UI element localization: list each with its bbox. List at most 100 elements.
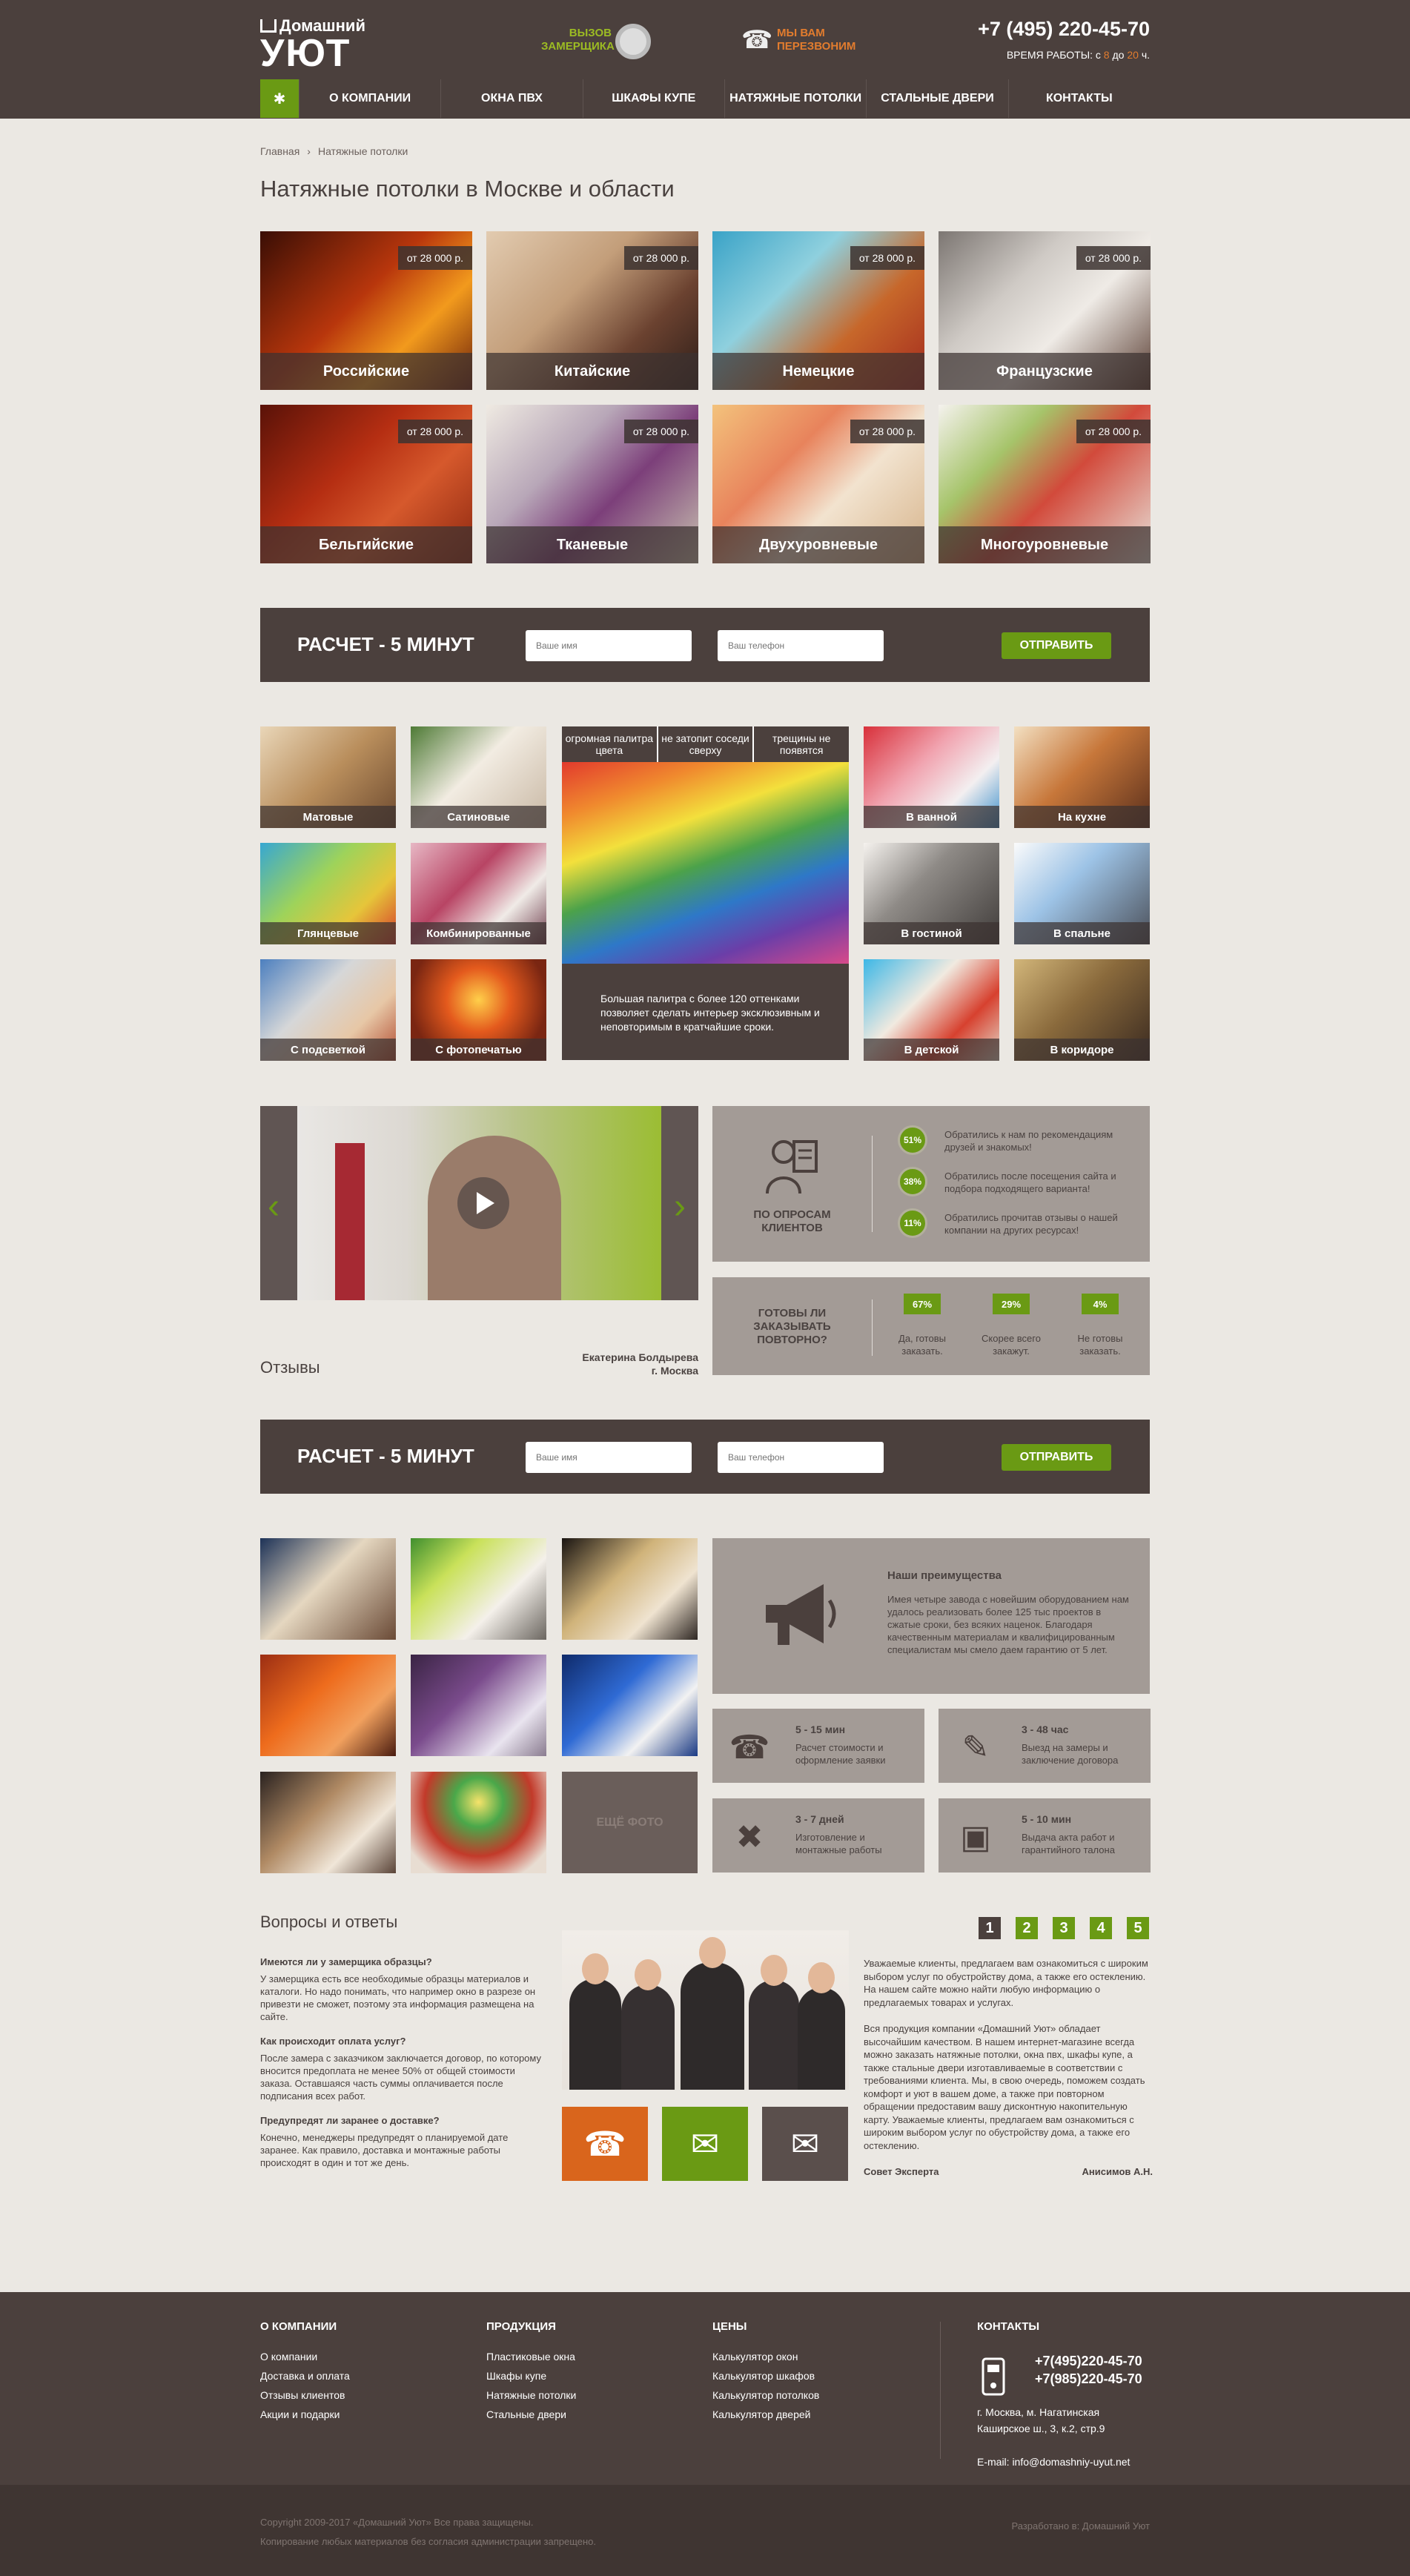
product-tile[interactable]: от 28 000 р. Двухуровневые bbox=[712, 405, 924, 563]
room-type-tile[interactable]: На кухне bbox=[1014, 726, 1150, 828]
email-envelope-icon[interactable]: ✉ bbox=[762, 2107, 848, 2181]
product-tile[interactable]: от 28 000 р. Тканевые bbox=[486, 405, 698, 563]
team-member bbox=[749, 1955, 799, 2090]
ceiling-type-label: Глянцевые bbox=[260, 922, 396, 944]
footer-link[interactable]: Калькулятор окон bbox=[712, 2351, 819, 2363]
faq-question[interactable]: Предупредят ли заранее о доставке? bbox=[260, 2114, 549, 2127]
room-type-tile[interactable]: В ванной bbox=[864, 726, 999, 828]
gallery-photo[interactable] bbox=[562, 1655, 698, 1756]
more-photos-button[interactable]: ЕЩЁ ФОТО bbox=[562, 1772, 698, 1873]
callback-form-icon[interactable]: ✉ bbox=[662, 2107, 748, 2181]
footer-link[interactable]: Калькулятор шкафов bbox=[712, 2370, 819, 2382]
footer-heading: ПРОДУКЦИЯ bbox=[486, 2320, 556, 2333]
room-type-tile[interactable]: В детской bbox=[864, 959, 999, 1061]
phone-contact-icon[interactable]: ☎ bbox=[562, 2107, 648, 2181]
footer-link[interactable]: Калькулятор потолков bbox=[712, 2389, 819, 2401]
survey-label: ПО ОПРОСАМ КЛИЕНТОВ bbox=[753, 1208, 831, 1234]
client-survey-icon bbox=[766, 1140, 818, 1194]
faq-answer: У замерщика есть все необходимые образцы… bbox=[260, 1973, 536, 2022]
product-tile[interactable]: от 28 000 р. Российские bbox=[260, 231, 472, 390]
phone-handset-icon[interactable]: ☎ bbox=[741, 25, 772, 55]
footer-email[interactable]: E-mail: info@domashniy-uyut.net bbox=[977, 2456, 1142, 2468]
nav-item-windows[interactable]: ОКНА ПВХ bbox=[440, 79, 582, 118]
page-button[interactable]: 5 bbox=[1127, 1917, 1149, 1939]
nav-item-contacts[interactable]: КОНТАКТЫ bbox=[1007, 79, 1150, 118]
nav-item-ceilings[interactable]: НАТЯЖНЫЕ ПОТОЛКИ bbox=[724, 79, 866, 118]
ceiling-type-label: Матовые bbox=[260, 806, 396, 828]
product-tile[interactable]: от 28 000 р. Китайские bbox=[486, 231, 698, 390]
gallery-photo[interactable] bbox=[411, 1655, 546, 1756]
tab-no-cracks[interactable]: трещины не появятся bbox=[754, 726, 849, 762]
play-icon[interactable] bbox=[457, 1177, 509, 1229]
review-author-name: Екатерина Болдырева bbox=[582, 1351, 698, 1363]
nav-item-doors[interactable]: СТАЛЬНЫЕ ДВЕРИ bbox=[866, 79, 1007, 118]
footer-phone[interactable]: +7(985)220-45-70 bbox=[1035, 2370, 1142, 2388]
room-type-tile[interactable]: В гостиной bbox=[864, 843, 999, 944]
product-tile[interactable]: от 28 000 р. Немецкие bbox=[712, 231, 924, 390]
repeat-order-panel: ГОТОВЫ ЛИ ЗАКАЗЫВАТЬ ПОВТОРНО? 67% Да, г… bbox=[712, 1277, 1150, 1375]
advantage-text: Выдача акта работ и гарантийного талона bbox=[1022, 1832, 1115, 1855]
page-button[interactable]: 1 bbox=[979, 1917, 1001, 1939]
ceiling-type-tile[interactable]: Комбинированные bbox=[411, 843, 546, 944]
tape-measure-icon[interactable] bbox=[615, 24, 651, 59]
product-tile[interactable]: от 28 000 р. Бельгийские bbox=[260, 405, 472, 563]
ceiling-type-label: Сатиновые bbox=[411, 806, 546, 828]
phone-input[interactable] bbox=[718, 630, 884, 661]
tab-palette[interactable]: огромная палитра цвета bbox=[562, 726, 658, 762]
page-button[interactable]: 3 bbox=[1053, 1917, 1075, 1939]
footer-link[interactable]: Отзывы клиентов bbox=[260, 2389, 350, 2401]
ceiling-type-tile[interactable]: Матовые bbox=[260, 726, 396, 828]
nav-item-wardrobes[interactable]: ШКАФЫ КУПЕ bbox=[582, 79, 724, 118]
measure-call-link[interactable]: ВЫЗОВ ЗАМЕРЩИКА bbox=[541, 27, 615, 53]
page-button[interactable]: 4 bbox=[1090, 1917, 1112, 1939]
footer-link[interactable]: Натяжные потолки bbox=[486, 2389, 576, 2401]
footer-link[interactable]: Акции и подарки bbox=[260, 2408, 350, 2420]
submit-button[interactable]: ОТПРАВИТЬ bbox=[1002, 632, 1111, 659]
footer-link[interactable]: Доставка и оплата bbox=[260, 2370, 350, 2382]
footer-link[interactable]: Калькулятор дверей bbox=[712, 2408, 819, 2420]
ceiling-type-tile[interactable]: Сатиновые bbox=[411, 726, 546, 828]
name-input[interactable] bbox=[526, 630, 692, 661]
submit-button[interactable]: ОТПРАВИТЬ bbox=[1002, 1444, 1111, 1471]
footer-phone[interactable]: +7(495)220-45-70 bbox=[1035, 2352, 1142, 2370]
main-nav: ✱ О КОМПАНИИ ОКНА ПВХ ШКАФЫ КУПЕ НАТЯЖНЫ… bbox=[260, 79, 1150, 118]
gallery-photo[interactable] bbox=[411, 1538, 546, 1640]
logo[interactable]: Домашний УЮТ bbox=[260, 16, 365, 73]
pagination: 1 2 3 4 5 bbox=[979, 1917, 1149, 1939]
room-type-tile[interactable]: В спальне bbox=[1014, 843, 1150, 944]
faq-question[interactable]: Как происходит оплата услуг? bbox=[260, 2035, 549, 2047]
ceiling-type-tile[interactable]: С подсветкой bbox=[260, 959, 396, 1061]
ceiling-type-tile[interactable]: Глянцевые bbox=[260, 843, 396, 944]
gallery-photo[interactable] bbox=[260, 1655, 396, 1756]
review-photo bbox=[297, 1106, 661, 1300]
gallery-photo[interactable] bbox=[562, 1538, 698, 1640]
footer-link[interactable]: О компании bbox=[260, 2351, 350, 2363]
gallery-photo[interactable] bbox=[260, 1772, 396, 1873]
chevron-right-icon[interactable]: › bbox=[674, 1186, 686, 1227]
gallery-photo[interactable] bbox=[260, 1538, 396, 1640]
phone-input[interactable] bbox=[718, 1442, 884, 1473]
chevron-left-icon[interactable]: ‹ bbox=[268, 1186, 279, 1227]
faq-question[interactable]: Имеются ли у замерщика образцы? bbox=[260, 1956, 549, 1968]
footer-link[interactable]: Шкафы купе bbox=[486, 2370, 576, 2382]
ceiling-type-tile[interactable]: С фотопечатью bbox=[411, 959, 546, 1061]
header-phone[interactable]: +7 (495) 220-45-70 bbox=[978, 18, 1150, 41]
tab-no-flood[interactable]: не затопит соседи сверху bbox=[658, 726, 755, 762]
breadcrumb-home[interactable]: Главная bbox=[260, 145, 299, 157]
product-price: от 28 000 р. bbox=[850, 420, 924, 443]
callback-link[interactable]: МЫ ВАМ ПЕРЕЗВОНИМ bbox=[777, 27, 858, 53]
name-input[interactable] bbox=[526, 1442, 692, 1473]
survey-text: Обратились к нам по рекомендациям друзей… bbox=[944, 1129, 1113, 1153]
footer-link[interactable]: Стальные двери bbox=[486, 2408, 576, 2420]
room-type-tile[interactable]: В коридоре bbox=[1014, 959, 1150, 1061]
product-tile[interactable]: от 28 000 р. Многоуровневые bbox=[939, 405, 1151, 563]
home-icon[interactable]: ✱ bbox=[260, 79, 299, 118]
gallery-photo[interactable] bbox=[411, 1772, 546, 1873]
developer-credit[interactable]: Разработано в: Домашний Уют bbox=[1011, 2520, 1150, 2532]
advantage-card: ✎ 3 - 48 час Выезд на замеры и заключени… bbox=[939, 1709, 1151, 1783]
footer-link[interactable]: Пластиковые окна bbox=[486, 2351, 576, 2363]
page-button[interactable]: 2 bbox=[1016, 1917, 1038, 1939]
nav-item-company[interactable]: О КОМПАНИИ bbox=[299, 79, 440, 118]
product-tile[interactable]: от 28 000 р. Французские bbox=[939, 231, 1151, 390]
footer-heading: ЦЕНЫ bbox=[712, 2320, 747, 2333]
